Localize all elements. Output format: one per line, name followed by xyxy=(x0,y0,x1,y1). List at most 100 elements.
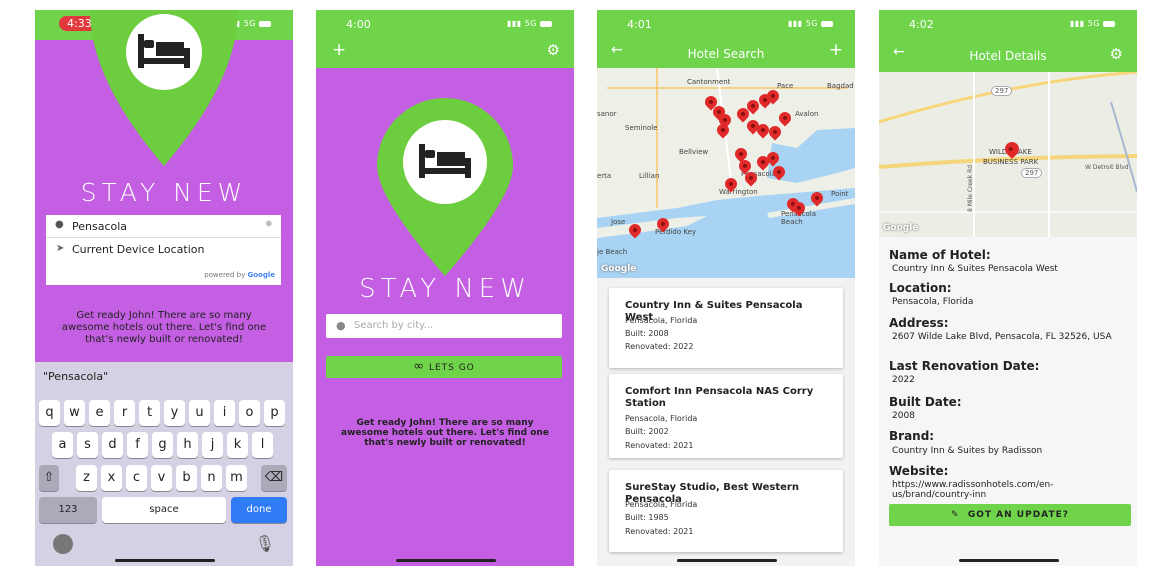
gear-icon[interactable]: ⚙ xyxy=(547,41,560,59)
delete-icon: ⌫ xyxy=(264,470,284,485)
brand-value: Country Inn & Suites by Radisson xyxy=(892,446,1043,456)
hotel-card[interactable]: SureStay Studio, Best Western Pensacola … xyxy=(609,470,843,552)
key-t[interactable]: t xyxy=(139,400,160,426)
map-label-business-park: BUSINESS PARK xyxy=(983,158,1039,166)
map-label-bellview: Bellview xyxy=(679,148,709,156)
space-key[interactable]: space xyxy=(102,497,226,523)
key-v[interactable]: v xyxy=(151,465,172,491)
key-s[interactable]: s xyxy=(77,432,98,458)
suggestion-current-location[interactable]: ➤ Current Device Location xyxy=(46,239,281,261)
key-y[interactable]: y xyxy=(164,400,185,426)
powered-by-google: powered by Google xyxy=(204,271,275,279)
location-value: Pensacola, Florida xyxy=(892,297,974,307)
status-time: 4:00 xyxy=(346,18,371,31)
hotel-renovated: Renovated: 2022 xyxy=(625,342,694,351)
key-w[interactable]: w xyxy=(64,400,85,426)
key-i[interactable]: i xyxy=(214,400,235,426)
map-label-seminole: Seminole xyxy=(625,124,658,132)
location-pin-icon: ● xyxy=(336,319,346,332)
key-n[interactable]: n xyxy=(201,465,222,491)
map-label-lillian: Lillian xyxy=(639,172,660,180)
website-value[interactable]: https://www.radissonhotels.com/en-us/bra… xyxy=(892,480,1127,500)
website-label: Website: xyxy=(889,464,949,478)
delete-key[interactable]: ⌫ xyxy=(261,465,287,491)
home-indicator xyxy=(959,559,1059,562)
map-label-jose: Jose xyxy=(611,218,626,226)
hotel-card[interactable]: Country Inn & Suites Pensacola West Pens… xyxy=(609,288,843,368)
brand-label: Brand: xyxy=(889,429,935,443)
name-value: Country Inn & Suites Pensacola West xyxy=(892,264,1058,274)
hotel-renovated: Renovated: 2021 xyxy=(625,441,694,450)
map-label-bagdad: Bagdad xyxy=(827,82,854,90)
lets-go-label: LETS GO xyxy=(428,363,475,373)
screen-hotel-search: 4:01 ▮▮▮ 5G ← Hotel Search + Cantonment … xyxy=(597,10,855,566)
app-bar: 4:00 ▮▮▮ 5G + ⚙ xyxy=(316,10,574,68)
home-indicator xyxy=(396,559,496,562)
status-time: 4:02 xyxy=(909,18,934,31)
key-x[interactable]: x xyxy=(101,465,122,491)
home-indicator xyxy=(115,559,215,562)
hotel-card[interactable]: Comfort Inn Pensacola NAS Corry Station … xyxy=(609,374,843,458)
update-button-label: GOT AN UPDATE? xyxy=(967,510,1069,520)
numbers-key[interactable]: 123 xyxy=(39,497,97,523)
update-button[interactable]: ✎ GOT AN UPDATE? xyxy=(889,504,1131,526)
key-h[interactable]: h xyxy=(177,432,198,458)
infinity-icon: ∞ xyxy=(413,359,426,374)
key-e[interactable]: e xyxy=(89,400,110,426)
loading-spinner-icon: ✹ xyxy=(264,219,273,230)
map-label-avalon: Avalon xyxy=(795,110,819,118)
hotel-built: Built: 2002 xyxy=(625,427,669,436)
hotel-location: Pensacola, Florida xyxy=(625,414,698,423)
hotel-built: Built: 1985 xyxy=(625,513,669,522)
keyboard: "Pensacola" qwertyuiop asdfghjkl zxcvbnm… xyxy=(35,362,293,566)
built-label: Built Date: xyxy=(889,395,962,409)
key-l[interactable]: l xyxy=(252,432,273,458)
key-p[interactable]: p xyxy=(264,400,285,426)
battery-icon xyxy=(259,20,271,27)
key-o[interactable]: o xyxy=(239,400,260,426)
key-b[interactable]: b xyxy=(176,465,197,491)
gear-icon[interactable]: ⚙ xyxy=(1110,45,1123,63)
key-d[interactable]: d xyxy=(102,432,123,458)
search-input-value: Pensacola xyxy=(72,220,128,233)
pencil-icon: ✎ xyxy=(951,510,960,520)
app-bar: 4:02 ▮▮▮ 5G ← Hotel Details ⚙ xyxy=(879,10,1137,72)
key-j[interactable]: j xyxy=(202,432,223,458)
plus-icon[interactable]: + xyxy=(829,40,843,60)
key-k[interactable]: k xyxy=(227,432,248,458)
google-logo: Google xyxy=(883,223,919,233)
key-f[interactable]: f xyxy=(127,432,148,458)
lets-go-button[interactable]: ∞ LETS GO xyxy=(326,356,562,378)
header-title: Hotel Search xyxy=(687,47,765,61)
autocorrect-suggestion[interactable]: "Pensacola" xyxy=(43,370,108,383)
welcome-message: Get ready John! There are so many awesom… xyxy=(61,310,267,345)
status-bar: 4:00 ▮▮▮ 5G xyxy=(316,10,574,40)
address-label: Address: xyxy=(889,316,949,330)
key-q[interactable]: q xyxy=(39,400,60,426)
location-label: Location: xyxy=(889,281,952,295)
status-bar: 4:02 ▮▮▮ 5G xyxy=(879,10,1137,40)
key-z[interactable]: z xyxy=(76,465,97,491)
map-label-cantonment: Cantonment xyxy=(687,78,731,86)
city-search-input[interactable]: ● Search by city... xyxy=(326,314,562,338)
screen-hotel-details: 4:02 ▮▮▮ 5G ← Hotel Details ⚙ 297 297 WI… xyxy=(879,10,1137,566)
autocomplete-box: ● Pensacola ✹ ➤ Current Device Location … xyxy=(46,215,281,285)
detail-map[interactable]: 297 297 WILDE LAKE BUSINESS PARK W Detro… xyxy=(879,72,1137,237)
microphone-icon[interactable]: 🎙 xyxy=(255,534,275,553)
key-a[interactable]: a xyxy=(52,432,73,458)
search-input[interactable]: ● Pensacola ✹ xyxy=(46,215,281,238)
key-r[interactable]: r xyxy=(114,400,135,426)
key-u[interactable]: u xyxy=(189,400,210,426)
plus-icon[interactable]: + xyxy=(332,40,346,60)
key-g[interactable]: g xyxy=(152,432,173,458)
map-view[interactable]: Cantonment Pace Bagdad Seminole Avalon B… xyxy=(597,68,855,278)
map-label-warrington: Warrington xyxy=(719,188,758,196)
key-c[interactable]: c xyxy=(126,465,147,491)
location-pin-logo xyxy=(90,10,238,166)
hotel-built: Built: 2008 xyxy=(625,329,669,338)
done-key[interactable]: done xyxy=(231,497,287,523)
shift-key[interactable]: ⇧ xyxy=(39,465,59,491)
key-m[interactable]: m xyxy=(226,465,247,491)
emoji-icon[interactable] xyxy=(53,534,73,554)
battery-icon xyxy=(821,20,833,27)
